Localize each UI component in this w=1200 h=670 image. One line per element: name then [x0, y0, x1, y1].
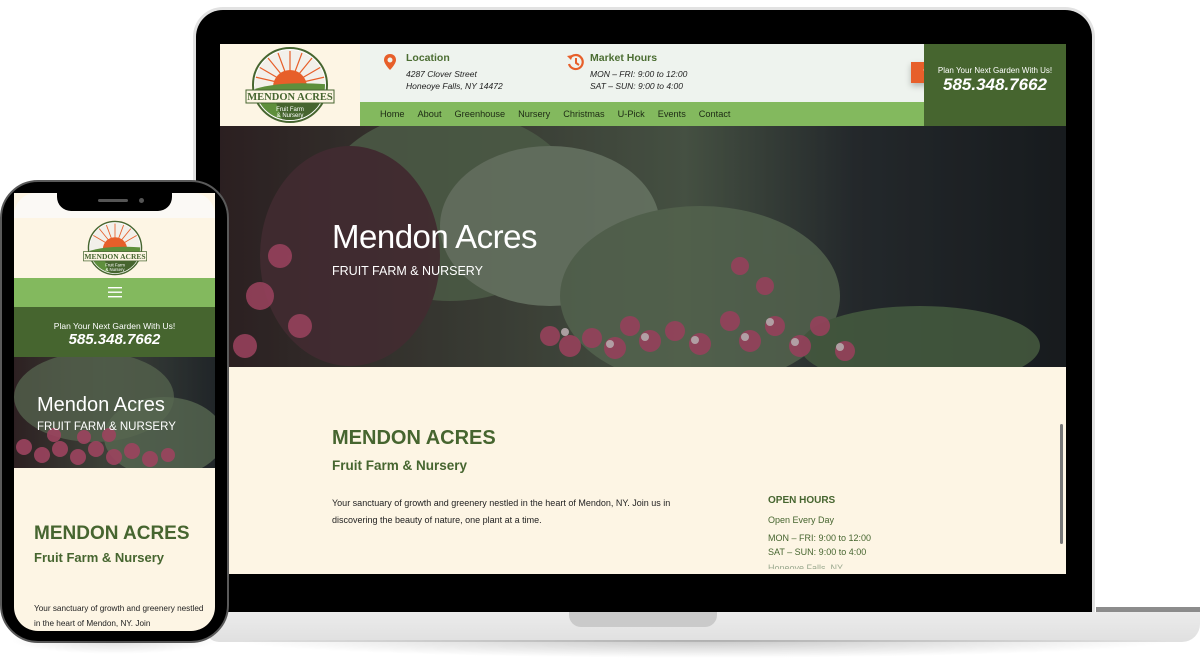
mobile-site-logo[interactable]: MENDON ACRES Fruit Farm & Nursery: [14, 218, 215, 278]
address-line-1: 4287 Clover Street: [406, 69, 477, 79]
mobile-intro-paragraph: Your sanctuary of growth and greenery ne…: [34, 604, 204, 628]
intro-paragraph: Your sanctuary of growth and greenery ne…: [332, 498, 671, 525]
phone-camera: [139, 198, 144, 203]
mobile-intro-subtitle: Fruit Farm & Nursery: [34, 550, 165, 565]
intro-title: MENDON ACRES: [332, 427, 496, 449]
open-hours-note: Open Every Day: [768, 515, 835, 525]
hamburger-menu-icon[interactable]: [107, 287, 122, 298]
page-scrollbar[interactable]: [1060, 424, 1063, 544]
market-hours-title: Market Hours: [590, 52, 658, 64]
phone-speaker: [98, 199, 128, 202]
nav-events[interactable]: Events: [658, 109, 686, 119]
mobile-hero-subtitle: FRUIT FARM & NURSERY: [37, 421, 176, 433]
intro-section: MENDON ACRES Fruit Farm & Nursery Your s…: [220, 367, 1066, 574]
phone-tagline: Plan Your Next Garden With Us!: [937, 66, 1053, 75]
nav-greenhouse[interactable]: Greenhouse: [455, 109, 506, 119]
nav-nursery[interactable]: Nursery: [518, 109, 550, 119]
laptop-opening-notch: [569, 612, 717, 627]
hero-title: Mendon Acres: [332, 218, 537, 255]
mobile-intro-title: MENDON ACRES: [34, 523, 190, 544]
mobile-phone-tagline: Plan Your Next Garden With Us!: [53, 321, 176, 331]
open-hours-block: OPEN HOURS Open Every Day MON – FRI: 9:0…: [768, 495, 871, 569]
address-line-2: Honeoye Falls, NY 14472: [406, 81, 503, 91]
map-pin-icon: [384, 54, 396, 70]
mobile-hero-title: Mendon Acres: [37, 394, 165, 416]
open-hours-cut-line: Honeoye Falls, NY: [768, 563, 844, 569]
site-logo[interactable]: MENDON ACRES Fruit Farm & Nursery: [220, 44, 360, 126]
history-clock-icon: [567, 53, 584, 71]
open-hours-weekday: MON – FRI: 9:00 to 12:00: [768, 533, 872, 543]
phone-number-link[interactable]: 585.348.7662: [924, 75, 1066, 95]
location-title: Location: [406, 52, 450, 64]
desktop-website: MENDON ACRES Fruit Farm & Nursery Locati…: [220, 44, 1066, 574]
mobile-website: MENDON ACRES Fruit Farm & Nursery Plan Y…: [14, 193, 215, 631]
nav-upick[interactable]: U-Pick: [618, 109, 645, 119]
mendon-acres-logo-icon: MENDON ACRES Fruit Farm & Nursery: [245, 47, 335, 123]
intro-subtitle: Fruit Farm & Nursery: [332, 458, 468, 473]
nav-about[interactable]: About: [418, 109, 442, 119]
laptop-shadow: [230, 640, 1180, 658]
open-hours-weekend: SAT – SUN: 9:00 to 4:00: [768, 546, 867, 557]
header-phone-panel: Plan Your Next Garden With Us! 585.348.7…: [924, 44, 1066, 126]
nav-christmas[interactable]: Christmas: [563, 109, 604, 119]
svg-text:MENDON ACRES: MENDON ACRES: [84, 252, 145, 261]
phone-notch: [57, 193, 172, 211]
mobile-phone-number-link[interactable]: 585.348.7662: [14, 331, 215, 348]
svg-text:MENDON ACRES: MENDON ACRES: [247, 92, 333, 103]
svg-text:& Nursery: & Nursery: [277, 113, 304, 119]
header-info-bar: Location 4287 Clover Street Honeoye Fall…: [360, 44, 1024, 102]
nav-contact[interactable]: Contact: [699, 109, 731, 119]
location-block: Location 4287 Clover Street Honeoye Fall…: [382, 52, 503, 92]
mobile-hero-banner: Mendon Acres FRUIT FARM & NURSERY: [14, 357, 215, 468]
phone-shadow: [10, 640, 220, 654]
open-hours-title: OPEN HOURS: [768, 495, 836, 506]
market-hours-weekend: SAT – SUN: 9:00 to 4:00: [590, 81, 683, 91]
market-hours-block: Market Hours MON – FRI: 9:00 to 12:00 SA…: [566, 52, 687, 92]
mendon-acres-logo-icon: MENDON ACRES Fruit Farm & Nursery: [82, 220, 147, 276]
mobile-phone-panel: Plan Your Next Garden With Us! 585.348.7…: [14, 307, 215, 357]
hero-subtitle: FRUIT FARM & NURSERY: [332, 264, 483, 278]
hero-banner: Mendon Acres FRUIT FARM & NURSERY: [220, 126, 1066, 367]
main-nav: Home About Greenhouse Nursery Christmas …: [360, 102, 924, 126]
nav-home[interactable]: Home: [380, 109, 405, 119]
market-hours-weekday: MON – FRI: 9:00 to 12:00: [590, 69, 688, 79]
mobile-menu-bar: [14, 278, 215, 307]
svg-text:& Nursery: & Nursery: [105, 267, 125, 272]
site-header: MENDON ACRES Fruit Farm & Nursery Locati…: [220, 44, 1066, 126]
